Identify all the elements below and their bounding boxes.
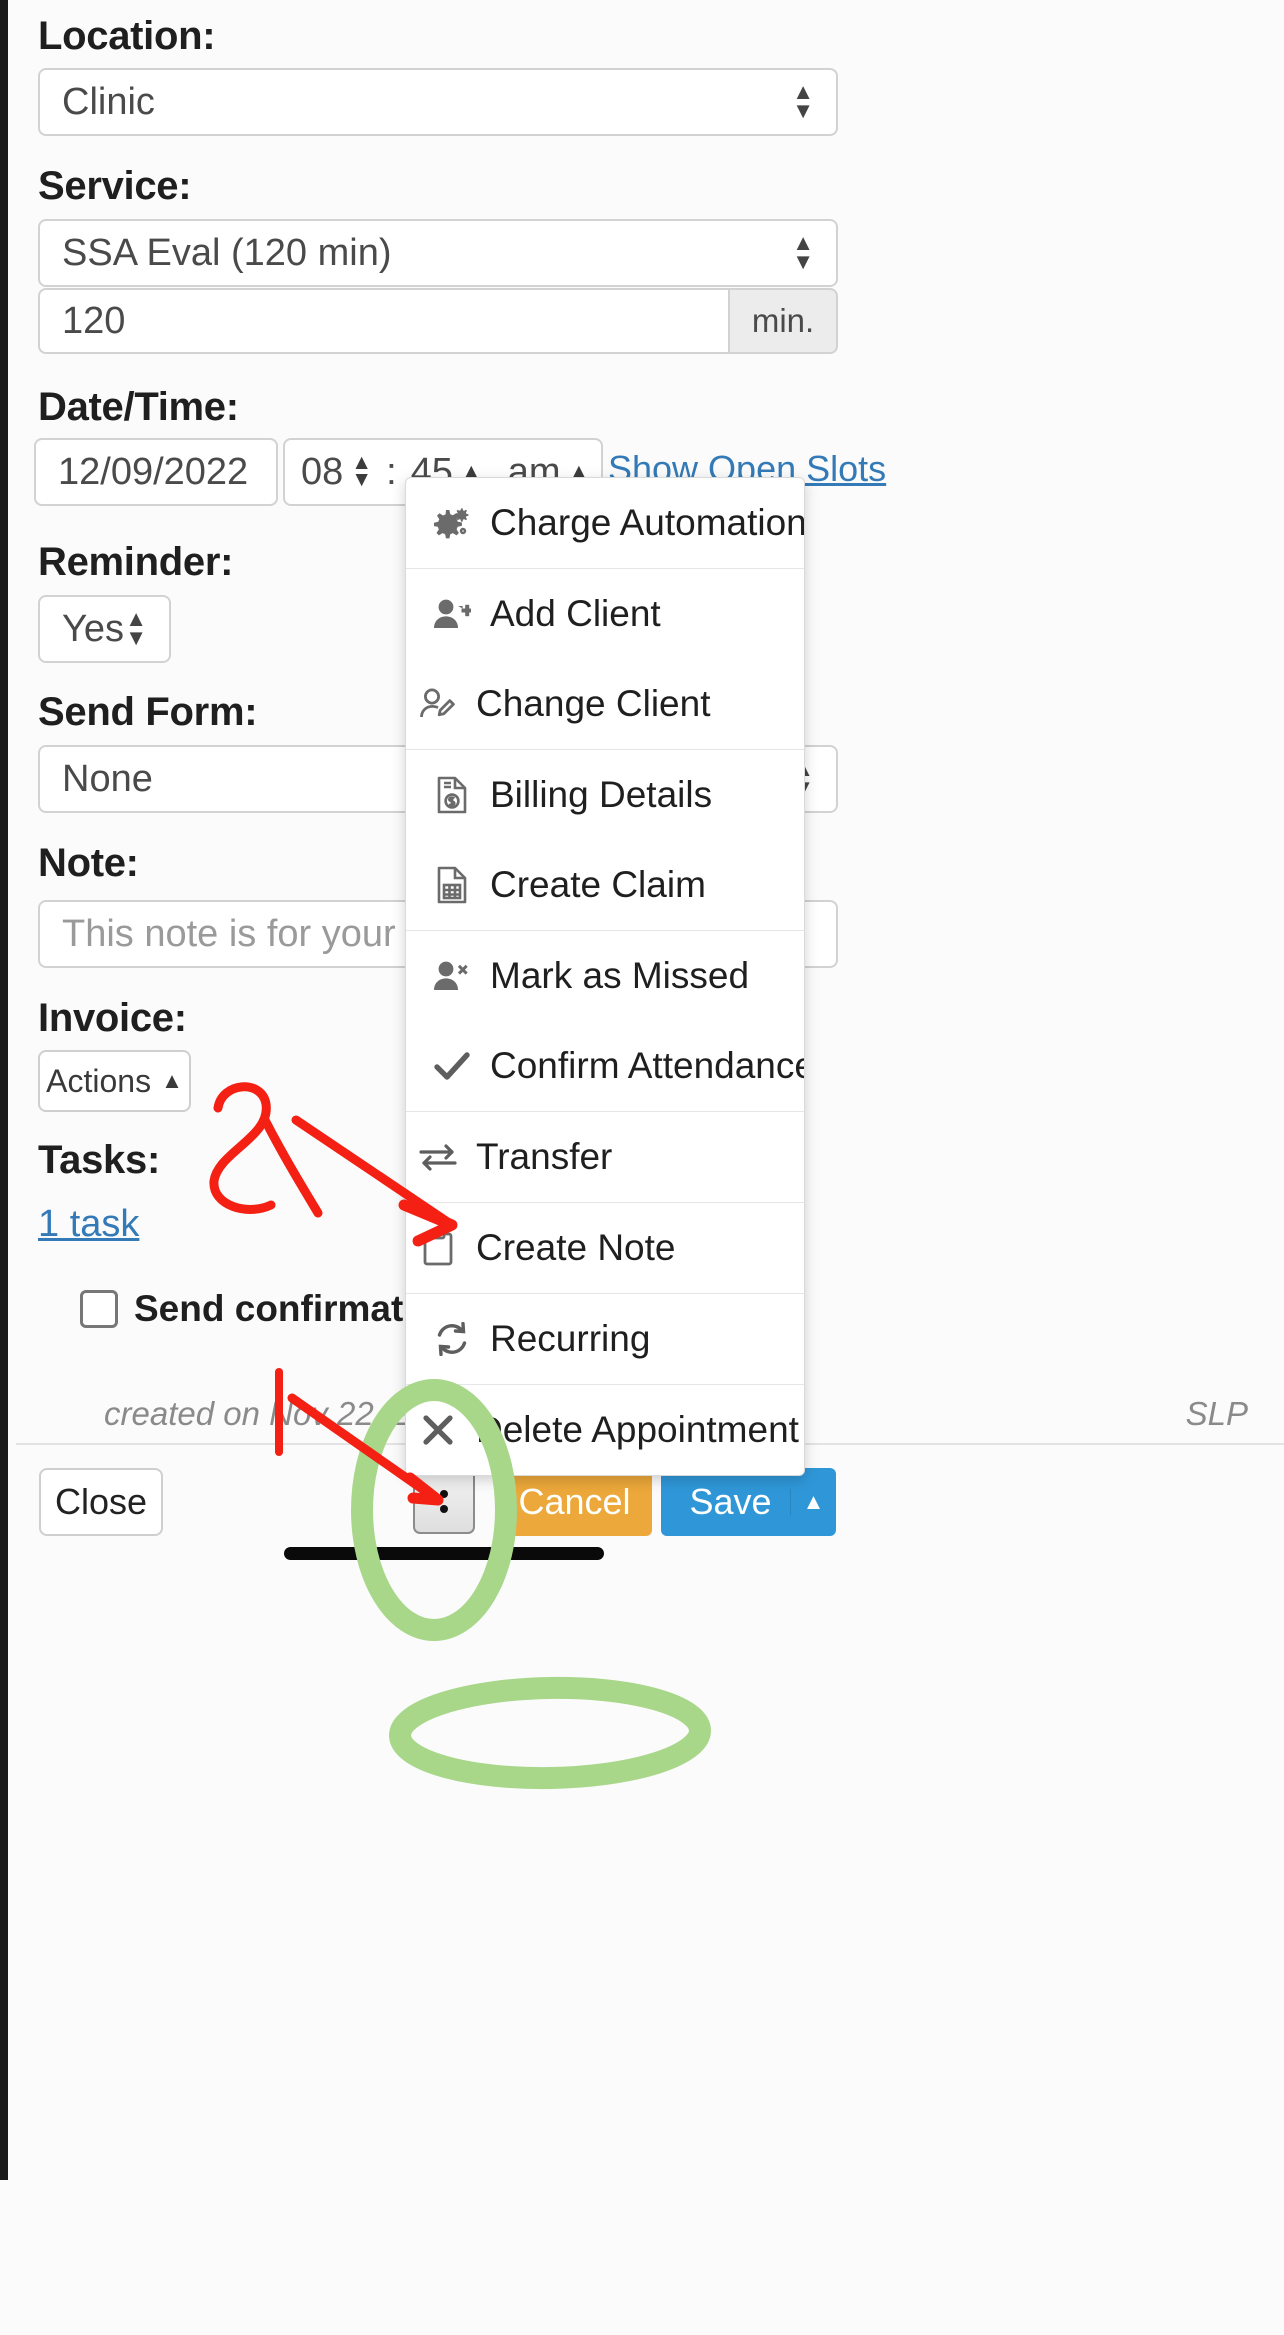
tasks-label: Tasks:: [38, 1138, 160, 1182]
tasks-link[interactable]: 1 task: [38, 1203, 139, 1246]
clipboard-icon: [416, 1229, 460, 1267]
appointment-actions-menu: Charge Automation Add Client Change Client…: [405, 477, 805, 1476]
date-value: 12/09/2022: [58, 450, 249, 493]
menu-item-create-note[interactable]: Create Note: [406, 1203, 804, 1293]
menu-item-billing-details[interactable]: Billing Details: [406, 750, 804, 840]
menu-item-change-client[interactable]: Change Client: [406, 659, 804, 749]
location-select[interactable]: Clinic ▲ ▼: [38, 68, 838, 136]
service-value: SSA Eval (120 min): [62, 231, 392, 274]
send-form-value: None: [62, 757, 153, 800]
menu-item-label: Delete Appointment: [476, 1409, 799, 1450]
gears-icon: [430, 506, 474, 540]
menu-item-create-claim[interactable]: Create Claim: [406, 840, 804, 930]
exchange-icon: [416, 1143, 460, 1171]
modal-left-edge: [0, 0, 8, 2180]
reminder-label: Reminder:: [38, 540, 234, 584]
menu-item-label: Transfer: [476, 1136, 613, 1177]
menu-item-label: Create Note: [476, 1227, 676, 1268]
menu-item-mark-as-missed[interactable]: Mark as Missed: [406, 931, 804, 1021]
refresh-icon: [430, 1322, 474, 1356]
caret-up-icon: ▲: [161, 1068, 183, 1093]
cancel-button[interactable]: Cancel: [497, 1468, 652, 1536]
hour-stepper-icon[interactable]: ▲ ▼: [351, 452, 372, 490]
times-icon: [416, 1414, 460, 1446]
date-input[interactable]: 12/09/2022: [34, 438, 278, 506]
check-icon: [430, 1051, 474, 1081]
file-grid-icon: [430, 866, 474, 904]
user-edit-icon: [416, 687, 460, 721]
datetime-label: Date/Time:: [38, 385, 239, 429]
menu-item-label: Confirm Attendance: [490, 1045, 805, 1086]
send-confirmation-row[interactable]: Send confirmation: [80, 1288, 459, 1330]
location-label: Location:: [38, 14, 216, 58]
location-value: Clinic: [62, 80, 155, 123]
chevron-updown-icon: ▲▼: [125, 606, 147, 650]
reminder-value: Yes: [62, 607, 124, 650]
caret-up-icon[interactable]: ▲: [790, 1489, 836, 1515]
menu-item-label: Billing Details: [490, 774, 713, 815]
service-label: Service:: [38, 164, 192, 208]
kebab-dot-icon: [440, 1504, 448, 1513]
created-by-credential: SLP: [1185, 1395, 1248, 1432]
send-form-label: Send Form:: [38, 690, 258, 734]
home-indicator: [284, 1547, 604, 1560]
close-button[interactable]: Close: [39, 1468, 163, 1536]
kebab-dot-icon: [440, 1489, 448, 1498]
menu-item-label: Create Claim: [490, 864, 706, 905]
chevron-updown-icon: ▲▼: [792, 230, 814, 274]
user-times-icon: [430, 960, 474, 992]
reminder-select[interactable]: Yes ▲ ▼: [38, 595, 171, 663]
note-label: Note:: [38, 841, 139, 885]
menu-item-label: Charge Automation: [490, 502, 805, 543]
menu-item-charge-automation[interactable]: Charge Automation: [406, 478, 804, 568]
invoice-label: Invoice:: [38, 996, 187, 1040]
duration-row: 120 min.: [38, 288, 838, 354]
menu-item-add-client[interactable]: Add Client: [406, 569, 804, 659]
menu-item-transfer[interactable]: Transfer: [406, 1112, 804, 1202]
invoice-actions-button[interactable]: Actions ▲: [38, 1050, 191, 1112]
duration-unit-label: min.: [728, 288, 838, 354]
menu-item-label: Change Client: [476, 683, 711, 724]
appointment-modal: Location: Clinic ▲ ▼ Service: SSA Eval (1…: [0, 0, 1284, 2335]
hour-value: 08: [301, 450, 344, 493]
chevron-updown-icon: ▲▼: [792, 79, 814, 123]
menu-item-recurring[interactable]: Recurring: [406, 1294, 804, 1384]
duration-input[interactable]: 120: [38, 288, 728, 354]
user-plus-icon: [430, 598, 474, 630]
menu-item-label: Mark as Missed: [490, 955, 750, 996]
save-button[interactable]: Save ▲: [661, 1468, 836, 1536]
menu-item-confirm-attendance[interactable]: Confirm Attendance: [406, 1021, 804, 1111]
send-confirmation-checkbox[interactable]: [80, 1290, 118, 1328]
invoice-actions-label: Actions: [46, 1062, 152, 1099]
menu-item-delete-appointment[interactable]: Delete Appointment: [406, 1385, 804, 1475]
invoice-dollar-icon: [430, 776, 474, 814]
service-select[interactable]: SSA Eval (120 min) ▲ ▼: [38, 219, 838, 287]
menu-item-label: Recurring: [490, 1318, 651, 1359]
menu-item-label: Add Client: [490, 593, 661, 634]
more-options-button[interactable]: [413, 1468, 475, 1534]
time-separator: :: [386, 450, 397, 493]
save-button-label: Save: [689, 1481, 772, 1522]
